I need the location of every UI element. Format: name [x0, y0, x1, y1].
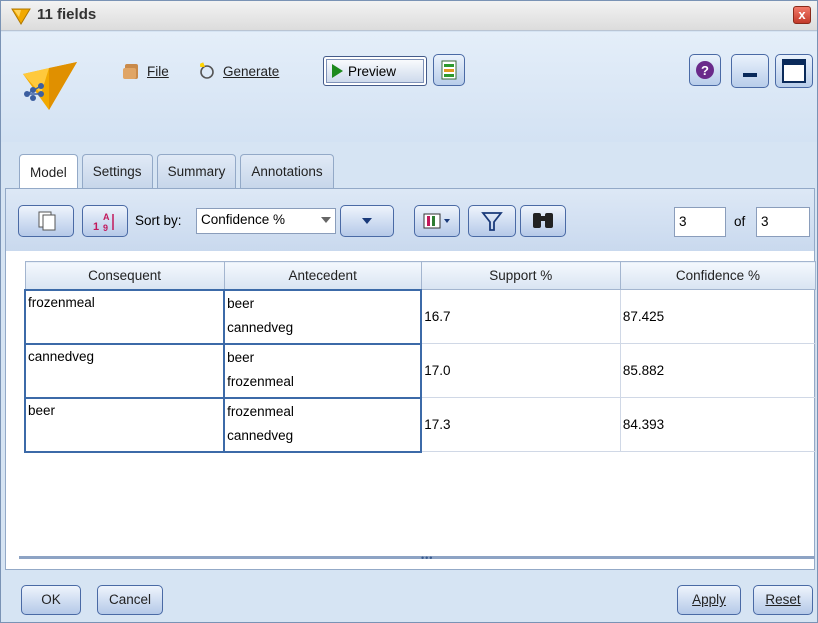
maximize-icon — [782, 59, 806, 83]
consequent-cell[interactable]: frozenmeal — [23, 288, 226, 345]
generate-menu[interactable]: Generate — [197, 56, 279, 86]
grid-icon — [441, 60, 457, 80]
chevron-down-icon — [321, 217, 331, 223]
help-icon: ? — [696, 61, 714, 79]
minimize-button[interactable] — [731, 54, 769, 88]
filter-icon — [481, 212, 503, 231]
grip-dots-icon: ••• — [421, 553, 434, 563]
table-row[interactable]: cannedveg beer frozenmeal 17.0 85.882 — [23, 342, 817, 399]
model-node-icon — [11, 8, 31, 25]
antecedent-cell[interactable]: beer frozenmeal — [223, 342, 423, 399]
page-total-value: 3 — [761, 214, 769, 229]
antecedent-item: cannedveg — [227, 319, 294, 335]
preview-play-icon — [332, 64, 343, 78]
close-button[interactable]: x — [793, 6, 811, 24]
preview-button-label: Preview — [348, 63, 397, 79]
column-header-consequent[interactable]: Consequent — [24, 261, 225, 290]
confidence-cell[interactable]: 85.882 — [620, 343, 817, 398]
maximize-button[interactable] — [775, 54, 813, 88]
window-title: 11 fields — [37, 6, 97, 23]
tab-label: Settings — [92, 164, 142, 179]
model-node-icon — [23, 62, 77, 110]
splitter-handle[interactable] — [19, 556, 815, 559]
close-icon: x — [798, 7, 806, 22]
antecedent-cell[interactable]: frozenmeal cannedveg — [223, 396, 423, 453]
antecedent-cell[interactable]: beer cannedveg — [223, 288, 423, 345]
consequent-cell[interactable]: beer — [23, 396, 226, 453]
page-current-value: 3 — [679, 214, 687, 229]
file-menu[interactable]: File — [121, 56, 169, 86]
cancel-button[interactable]: Cancel — [97, 585, 163, 615]
find-button[interactable] — [520, 205, 566, 237]
column-header-support[interactable]: Support % — [420, 261, 621, 290]
help-button[interactable]: ? — [689, 54, 721, 86]
sort-az-icon: 1 A 9 — [93, 212, 114, 233]
reset-button-label: Reset — [765, 592, 801, 607]
rules-toolbar: 1 A 9 Sort by: Confidence % 3 of 3 — [6, 189, 814, 251]
model-nugget-window: 11 fields x File Generate Preview ? Mode… — [0, 0, 818, 623]
apply-button[interactable]: Apply — [677, 585, 741, 615]
support-cell[interactable]: 17.0 — [421, 343, 621, 398]
sort-dropdown-icon — [362, 218, 372, 224]
confidence-cell[interactable]: 84.393 — [620, 397, 817, 452]
generate-icon — [200, 62, 214, 79]
tab-bar: Model Settings Summary Annotations — [19, 154, 338, 189]
antecedent-item: cannedveg — [227, 427, 294, 443]
svg-text:1: 1 — [93, 221, 99, 233]
ok-button-label: OK — [41, 592, 61, 607]
column-chooser-icon — [423, 213, 450, 229]
sort-by-value: Confidence % — [201, 212, 286, 227]
reset-button[interactable]: Reset — [753, 585, 813, 615]
cancel-button-label: Cancel — [108, 592, 152, 607]
title-bar: 11 fields x — [1, 1, 817, 31]
table-row[interactable]: beer frozenmeal cannedveg 17.3 84.393 — [23, 396, 817, 453]
support-cell[interactable]: 16.7 — [421, 289, 621, 344]
antecedent-item: beer — [227, 349, 255, 365]
grid-button[interactable] — [433, 54, 465, 86]
generate-menu-label: Generate — [223, 63, 280, 79]
tab-label: Summary — [167, 164, 226, 179]
table-row[interactable]: frozenmeal beer cannedveg 16.7 87.425 — [23, 288, 817, 345]
sort-by-select[interactable]: Confidence % — [196, 208, 336, 234]
column-header-antecedent[interactable]: Antecedent — [223, 261, 422, 290]
tab-summary[interactable]: Summary — [156, 154, 237, 188]
sort-by-label: Sort by: — [135, 213, 182, 228]
preview-button[interactable]: Preview — [323, 56, 427, 86]
rules-table: Consequent Antecedent Support % Confiden… — [23, 261, 817, 453]
model-panel: 1 A 9 Sort by: Confidence % 3 of 3 Conse… — [5, 188, 817, 570]
support-cell[interactable]: 17.3 — [421, 397, 621, 452]
copy-button[interactable] — [18, 205, 74, 237]
sort-menu-button[interactable] — [340, 205, 394, 237]
copy-icon — [38, 211, 56, 231]
find-icon — [533, 213, 553, 228]
antecedent-item: frozenmeal — [227, 373, 294, 389]
svg-text:A: A — [103, 212, 110, 222]
antecedent-item: frozenmeal — [227, 403, 294, 419]
tab-label: Annotations — [251, 164, 323, 179]
apply-button-label: Apply — [692, 592, 726, 607]
file-icon — [123, 64, 138, 79]
toolbar-area: File Generate Preview ? — [1, 32, 817, 142]
tab-label: Model — [30, 164, 67, 180]
filter-button[interactable] — [468, 205, 516, 237]
tab-model[interactable]: Model — [19, 154, 78, 189]
minimize-icon — [743, 73, 757, 77]
file-menu-label: File — [147, 63, 169, 79]
page-of-label: of — [734, 214, 746, 229]
page-current-input[interactable]: 3 — [674, 207, 726, 237]
confidence-cell[interactable]: 87.425 — [620, 289, 817, 344]
column-chooser-button[interactable] — [414, 205, 460, 237]
sort-direction-button[interactable]: 1 A 9 — [82, 205, 128, 237]
tab-annotations[interactable]: Annotations — [240, 154, 334, 188]
table-header-row: Consequent Antecedent Support % Confiden… — [24, 261, 817, 290]
tab-settings[interactable]: Settings — [81, 154, 153, 188]
ok-button[interactable]: OK — [21, 585, 81, 615]
antecedent-item: beer — [227, 295, 255, 311]
consequent-cell[interactable]: cannedveg — [23, 342, 226, 399]
svg-text:9: 9 — [103, 223, 108, 233]
svg-text:?: ? — [701, 63, 709, 78]
page-total-input[interactable]: 3 — [756, 207, 810, 237]
column-header-confidence[interactable]: Confidence % — [619, 261, 817, 290]
